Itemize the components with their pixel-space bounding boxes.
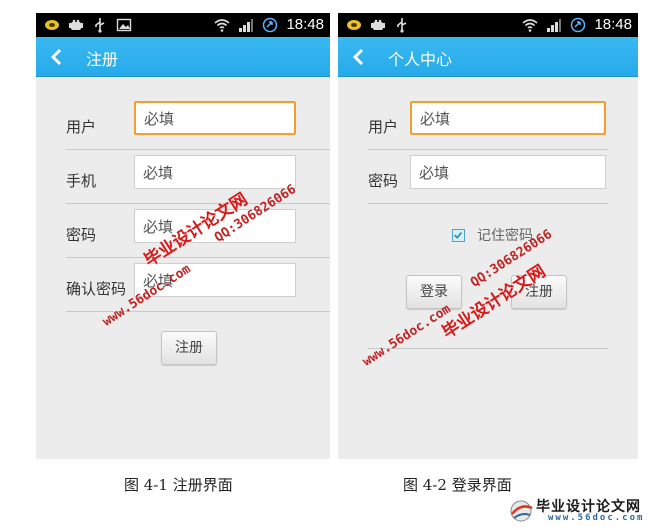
action-bar: 个人中心 — [338, 37, 638, 77]
username-label: 用户 — [368, 118, 399, 136]
back-arrow-icon[interactable] — [352, 48, 366, 66]
usb-icon — [397, 18, 407, 33]
back-arrow-icon[interactable] — [50, 48, 64, 66]
password-input[interactable]: 必填 — [410, 155, 606, 189]
remember-password-option[interactable]: 记住密码 — [452, 225, 533, 245]
app-notification-icon — [347, 20, 361, 30]
password-label: 密码 — [368, 172, 399, 190]
signal-icon — [547, 19, 562, 32]
site-logo: 毕业设计论文网 www.56doc.com — [508, 496, 668, 526]
username-row: 用户 必填 — [368, 98, 638, 150]
checkmark-icon — [454, 231, 463, 239]
status-bar: 18:48 — [36, 13, 330, 37]
wifi-icon — [214, 19, 230, 32]
username-label: 用户 — [66, 118, 97, 136]
username-row: 用户 必填 — [66, 98, 330, 150]
logo-url: www.56doc.com — [548, 513, 645, 523]
register-button[interactable]: 注册 — [161, 331, 217, 365]
confirm-password-label: 确认密码 — [66, 280, 127, 298]
status-bar: 18:48 — [338, 13, 638, 37]
sync-icon — [571, 17, 586, 33]
status-time: 18:48 — [594, 16, 632, 33]
password-row: 密码 必填 — [368, 152, 638, 204]
android-debug-icon — [69, 19, 83, 30]
android-debug-icon — [371, 19, 385, 30]
screen-title: 注册 — [86, 50, 119, 69]
row-divider — [368, 203, 608, 204]
globe-logo-icon — [510, 500, 533, 522]
figure-caption-register: 图 4-1 注册界面 — [124, 476, 233, 494]
login-screen: 18:48 个人中心 用户 必填 密码 必填 记住密码 登录 注册 — [338, 13, 638, 459]
app-notification-icon — [45, 20, 59, 30]
row-divider — [66, 257, 330, 258]
username-input[interactable]: 必填 — [134, 101, 296, 135]
figure-caption-login: 图 4-2 登录界面 — [403, 476, 512, 494]
usb-icon — [95, 18, 105, 33]
signal-icon — [239, 19, 254, 32]
image-icon — [116, 18, 132, 32]
password-label: 密码 — [66, 226, 97, 244]
row-divider — [66, 203, 330, 204]
status-time: 18:48 — [286, 16, 324, 33]
phone-input[interactable]: 必填 — [134, 155, 296, 189]
login-button[interactable]: 登录 — [406, 275, 462, 309]
sync-icon — [263, 17, 278, 33]
row-divider — [66, 149, 330, 150]
row-divider — [368, 149, 608, 150]
screen-title: 个人中心 — [388, 50, 453, 69]
remember-password-checkbox[interactable] — [452, 228, 465, 242]
wifi-icon — [522, 19, 538, 32]
confirm-password-row: 确认密码 必填 — [66, 260, 330, 312]
phone-label: 手机 — [66, 172, 97, 190]
bottom-divider — [368, 348, 608, 349]
username-input[interactable]: 必填 — [410, 101, 606, 135]
action-bar: 注册 — [36, 37, 330, 77]
